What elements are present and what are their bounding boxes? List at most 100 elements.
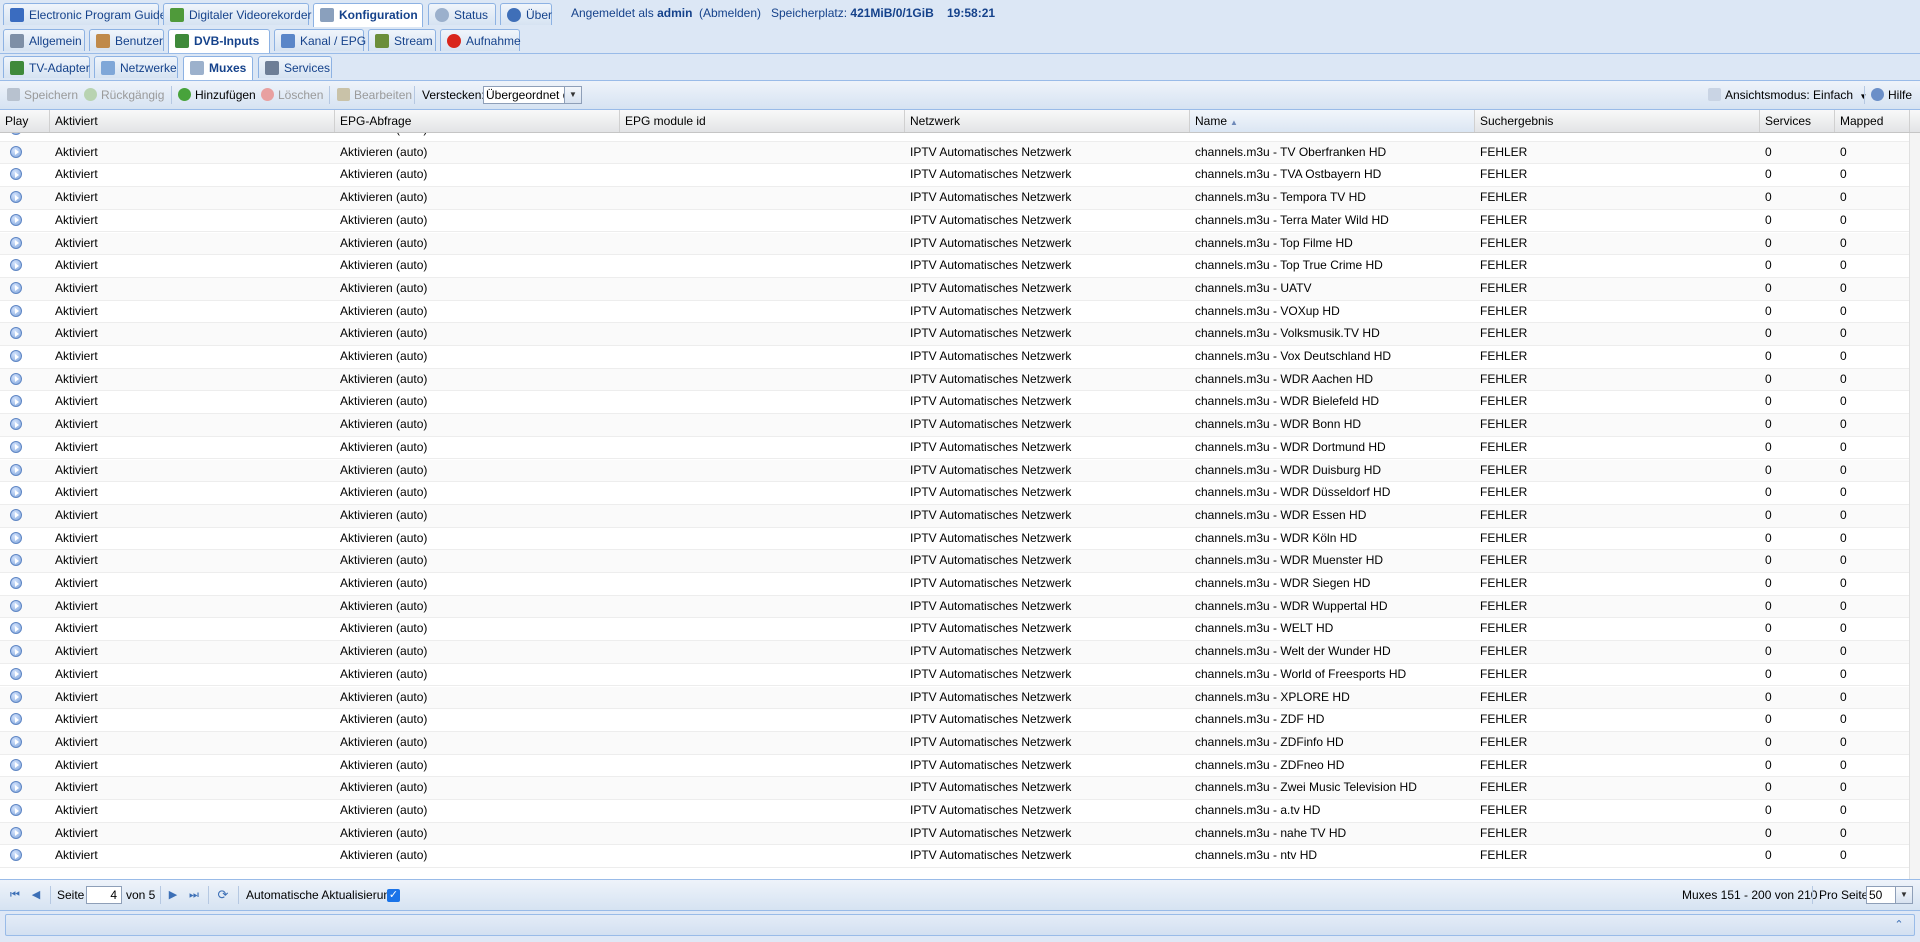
page-input[interactable] — [86, 886, 122, 904]
play-icon[interactable] — [10, 281, 22, 294]
col-header-network[interactable]: Netzwerk — [905, 110, 1190, 132]
table-row[interactable]: AktiviertAktivieren (auto)IPTV Automatis… — [0, 573, 1910, 596]
col-header-name[interactable]: Name ▲ — [1190, 110, 1475, 132]
first-page-icon[interactable]: ⏮ — [8, 888, 22, 902]
refresh-icon[interactable]: ⟳ — [216, 888, 230, 902]
play-icon[interactable] — [10, 213, 22, 226]
play-icon[interactable] — [10, 327, 22, 340]
table-row[interactable]: AktiviertAktivieren (auto)IPTV Automatis… — [0, 777, 1910, 800]
col-header-epg-module[interactable]: EPG module id — [620, 110, 905, 132]
table-row[interactable]: AktiviertAktivieren (auto)IPTV Automatis… — [0, 232, 1910, 256]
play-icon[interactable] — [10, 145, 22, 158]
prev-page-icon[interactable]: ◀ — [29, 888, 43, 902]
play-icon[interactable] — [10, 554, 22, 567]
hide-select[interactable]: ▼ — [483, 86, 582, 104]
table-row[interactable]: AktiviertAktivieren (auto)IPTV Automatis… — [0, 459, 1910, 483]
help-button[interactable]: Hilfe — [1871, 81, 1912, 109]
col-header-enabled[interactable]: Aktiviert — [50, 110, 335, 132]
tab-dvr[interactable]: Digitaler Videorekorder — [163, 3, 312, 25]
play-icon[interactable] — [10, 690, 22, 703]
save-button[interactable]: Speichern — [7, 81, 78, 109]
play-icon[interactable] — [10, 849, 22, 862]
table-row[interactable]: AktiviertAktivieren (auto)IPTV Automatis… — [0, 755, 1910, 778]
col-header-play[interactable]: Play — [0, 110, 50, 132]
table-row[interactable]: AktiviertAktivieren (auto)IPTV Automatis… — [0, 528, 1910, 551]
play-icon[interactable] — [10, 236, 22, 249]
play-icon[interactable] — [10, 781, 22, 794]
table-row[interactable]: AktiviertAktivieren (auto)IPTV Automatis… — [0, 822, 1910, 846]
play-icon[interactable] — [10, 304, 22, 317]
table-row[interactable]: AktiviertAktivieren (auto)IPTV Automatis… — [0, 323, 1910, 346]
table-row[interactable]: AktiviertAktivieren (auto)IPTV Automatis… — [0, 550, 1910, 573]
hide-select-input[interactable] — [484, 87, 566, 103]
table-row[interactable]: AktiviertAktivieren (auto)IPTV Automatis… — [0, 686, 1910, 710]
play-icon[interactable] — [10, 645, 22, 658]
grid-scrollbar[interactable] — [1909, 133, 1920, 879]
tab-users[interactable]: Benutzer — [89, 29, 164, 51]
play-icon[interactable] — [10, 713, 22, 726]
tab-status[interactable]: Status — [428, 3, 496, 25]
last-page-icon[interactable]: ⏭ — [187, 888, 201, 902]
play-icon[interactable] — [10, 350, 22, 362]
tab-stream[interactable]: Stream — [368, 29, 436, 51]
play-icon[interactable] — [10, 168, 22, 181]
chevron-down-icon[interactable]: ▼ — [1895, 887, 1912, 903]
auto-refresh-checkbox[interactable]: ✓ — [387, 889, 400, 902]
play-icon[interactable] — [10, 418, 22, 431]
table-row[interactable]: AktiviertAktivieren (auto)IPTV Automatis… — [0, 210, 1910, 233]
play-icon[interactable] — [10, 259, 22, 272]
table-row[interactable]: AktiviertAktivieren (auto)IPTV Automatis… — [0, 414, 1910, 437]
tab-recording[interactable]: Aufnahme — [440, 29, 521, 51]
table-row[interactable]: AktiviertAktivieren (auto)IPTV Automatis… — [0, 277, 1910, 301]
col-header-services[interactable]: Services — [1760, 110, 1835, 132]
table-row[interactable]: AktiviertAktivieren (auto)IPTV Automatis… — [0, 709, 1910, 732]
table-row[interactable]: AktiviertAktivieren (auto)IPTV Automatis… — [0, 618, 1910, 642]
table-row[interactable]: AktiviertAktivieren (auto)IPTV Automatis… — [0, 346, 1910, 369]
tab-epg[interactable]: Electronic Program Guide — [3, 3, 166, 25]
tab-tv-adapter[interactable]: TV-Adapter — [3, 56, 90, 78]
col-header-mapped[interactable]: Mapped — [1835, 110, 1910, 132]
play-icon[interactable] — [10, 804, 22, 816]
col-header-epg[interactable]: EPG-Abfrage — [335, 110, 620, 132]
play-icon[interactable] — [10, 372, 22, 385]
table-row[interactable]: AktiviertAktivieren (auto)IPTV Automatis… — [0, 391, 1910, 415]
table-row[interactable]: AktiviertAktivieren (auto)IPTV Automatis… — [0, 437, 1910, 460]
play-icon[interactable] — [10, 508, 22, 521]
add-button[interactable]: Hinzufügen — [178, 81, 256, 109]
tab-channel-epg[interactable]: Kanal / EPG — [274, 29, 366, 51]
table-row[interactable]: AktiviertAktivieren (auto)IPTV Automatis… — [0, 255, 1910, 278]
tab-about[interactable]: Über — [500, 3, 552, 25]
play-icon[interactable] — [10, 577, 22, 589]
table-row[interactable]: AktiviertAktivieren (auto)IPTV Automatis… — [0, 845, 1910, 869]
play-icon[interactable] — [10, 599, 22, 612]
play-icon[interactable] — [10, 486, 22, 499]
edit-button[interactable]: Bearbeiten — [337, 81, 412, 109]
tab-networks[interactable]: Netzwerke — [94, 56, 178, 78]
table-row[interactable]: AktiviertAktivieren (auto)IPTV Automatis… — [0, 504, 1910, 528]
play-icon[interactable] — [10, 826, 22, 839]
table-row[interactable]: AktiviertAktivieren (auto)IPTV Automatis… — [0, 595, 1910, 619]
table-row[interactable]: AktiviertAktivieren (auto)IPTV Automatis… — [0, 301, 1910, 324]
chevron-down-icon[interactable]: ▼ — [564, 87, 581, 103]
table-row[interactable]: AktiviertAktivieren (auto)IPTV Automatis… — [0, 731, 1910, 755]
play-icon[interactable] — [10, 395, 22, 408]
expand-up-icon[interactable]: ⌃ — [1892, 918, 1906, 932]
play-icon[interactable] — [10, 735, 22, 748]
per-page-select[interactable]: ▼ — [1866, 886, 1913, 904]
table-row[interactable]: AktiviertAktivieren (auto)IPTV Automatis… — [0, 482, 1910, 505]
table-row[interactable]: AktiviertAktivieren (auto)IPTV Automatis… — [0, 641, 1910, 664]
undo-button[interactable]: Rückgängig — [84, 81, 164, 109]
logout-link[interactable]: (Abmelden) — [699, 0, 761, 27]
play-icon[interactable] — [10, 440, 22, 453]
table-row[interactable]: AktiviertAktivieren (auto)IPTV Automatis… — [0, 141, 1910, 165]
col-header-result[interactable]: Suchergebnis — [1475, 110, 1760, 132]
play-icon[interactable] — [10, 133, 22, 135]
delete-button[interactable]: Löschen — [261, 81, 323, 109]
tab-services[interactable]: Services — [258, 56, 332, 78]
tab-dvb-inputs[interactable]: DVB-Inputs — [168, 29, 270, 53]
play-icon[interactable] — [10, 191, 22, 204]
table-row[interactable]: AktiviertAktivieren (auto)IPTV Automatis… — [0, 133, 1910, 142]
play-icon[interactable] — [10, 531, 22, 544]
tab-configuration[interactable]: Konfiguration — [313, 3, 423, 27]
play-icon[interactable] — [10, 463, 22, 476]
